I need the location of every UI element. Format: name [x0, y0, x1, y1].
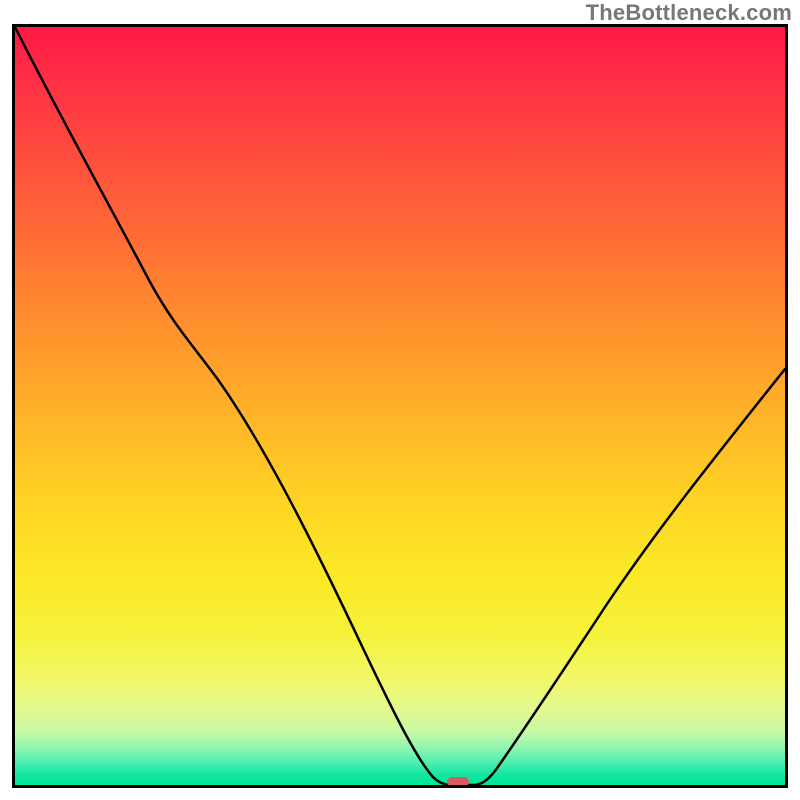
watermark-text: TheBottleneck.com — [586, 0, 792, 26]
curve-overlay — [15, 27, 785, 785]
chart-container: TheBottleneck.com — [0, 0, 800, 800]
plot-frame — [12, 24, 788, 788]
valley-marker — [447, 777, 469, 785]
bottleneck-curve — [15, 27, 785, 785]
